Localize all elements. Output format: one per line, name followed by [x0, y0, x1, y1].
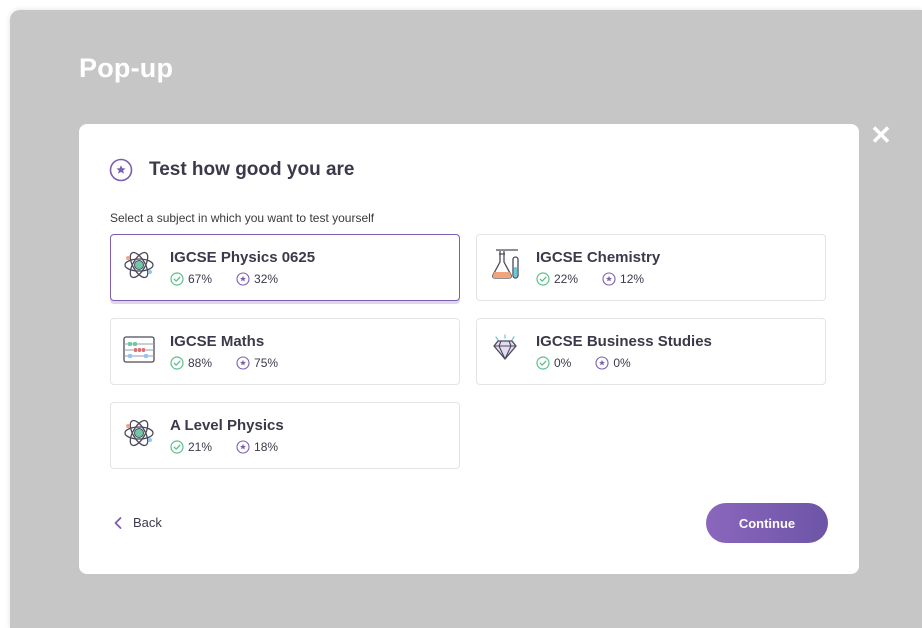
- subject-title: IGCSE Maths: [170, 333, 265, 350]
- page-title: Pop-up: [79, 53, 174, 83]
- star-circle-icon: [236, 272, 250, 286]
- chevron-left-icon: [114, 516, 122, 529]
- abacus-icon: [123, 336, 155, 363]
- check-circle-icon: [170, 272, 184, 286]
- subject-stats: 67% 32%: [170, 272, 278, 286]
- lab-flasks-icon: [492, 249, 519, 279]
- atom-icon: [124, 419, 154, 447]
- completion-value: 88%: [188, 356, 213, 370]
- modal-dialog: Test how good you are Select a subject i…: [79, 124, 859, 574]
- subject-stats: 22% 12%: [536, 272, 644, 286]
- modal-subtitle: Select a subject in which you want to te…: [110, 211, 375, 225]
- back-label: Back: [133, 515, 162, 530]
- check-circle-icon: [170, 356, 184, 370]
- check-circle-icon: [170, 440, 184, 454]
- subject-title: IGCSE Chemistry: [536, 249, 661, 266]
- score-value: 75%: [254, 356, 279, 370]
- completion-stat: 21%: [170, 440, 212, 454]
- modal-title: Test how good you are: [149, 159, 355, 180]
- subject-title: IGCSE Business Studies: [536, 333, 712, 350]
- check-circle-icon: [536, 356, 550, 370]
- close-icon[interactable]: ✕: [868, 120, 894, 150]
- modal-header: Test how good you are: [109, 157, 355, 183]
- completion-value: 67%: [188, 272, 213, 286]
- completion-stat: 67%: [170, 272, 212, 286]
- completion-value: 22%: [554, 272, 579, 286]
- score-value: 0%: [613, 356, 631, 370]
- continue-button[interactable]: Continue: [706, 503, 828, 543]
- back-button[interactable]: Back: [113, 515, 162, 530]
- star-circle-icon: [236, 356, 250, 370]
- completion-stat: 0%: [536, 356, 571, 370]
- score-value: 32%: [254, 272, 279, 286]
- score-stat: 75%: [236, 356, 278, 370]
- subject-title: IGCSE Physics 0625: [170, 249, 316, 266]
- star-circle-icon: [602, 272, 616, 286]
- star-circle-icon: [595, 356, 609, 370]
- subject-stats: 88% 75%: [170, 356, 278, 370]
- completion-stat: 88%: [170, 356, 212, 370]
- score-value: 18%: [254, 440, 279, 454]
- score-value: 12%: [620, 272, 645, 286]
- star-circle-icon: [236, 440, 250, 454]
- completion-stat: 22%: [536, 272, 578, 286]
- subject-stats: 0% 0%: [536, 356, 631, 370]
- subject-card-a-level-physics[interactable]: A Level Physics 21% 18%: [110, 402, 460, 469]
- subject-card-igcse-physics[interactable]: IGCSE Physics 0625 67% 32%: [110, 234, 460, 301]
- diamond-icon: [493, 334, 517, 360]
- score-stat: 12%: [602, 272, 644, 286]
- subject-stats: 21% 18%: [170, 440, 278, 454]
- star-badge-icon: [109, 158, 133, 182]
- atom-icon: [124, 251, 154, 279]
- score-stat: 0%: [595, 356, 631, 370]
- completion-value: 0%: [554, 356, 572, 370]
- score-stat: 18%: [236, 440, 278, 454]
- check-circle-icon: [536, 272, 550, 286]
- subject-card-igcse-business-studies[interactable]: IGCSE Business Studies 0% 0%: [476, 318, 826, 385]
- subject-title: A Level Physics: [170, 417, 284, 434]
- subject-card-igcse-maths[interactable]: IGCSE Maths 88% 75%: [110, 318, 460, 385]
- subject-card-igcse-chemistry[interactable]: IGCSE Chemistry 22% 12%: [476, 234, 826, 301]
- completion-value: 21%: [188, 440, 213, 454]
- score-stat: 32%: [236, 272, 278, 286]
